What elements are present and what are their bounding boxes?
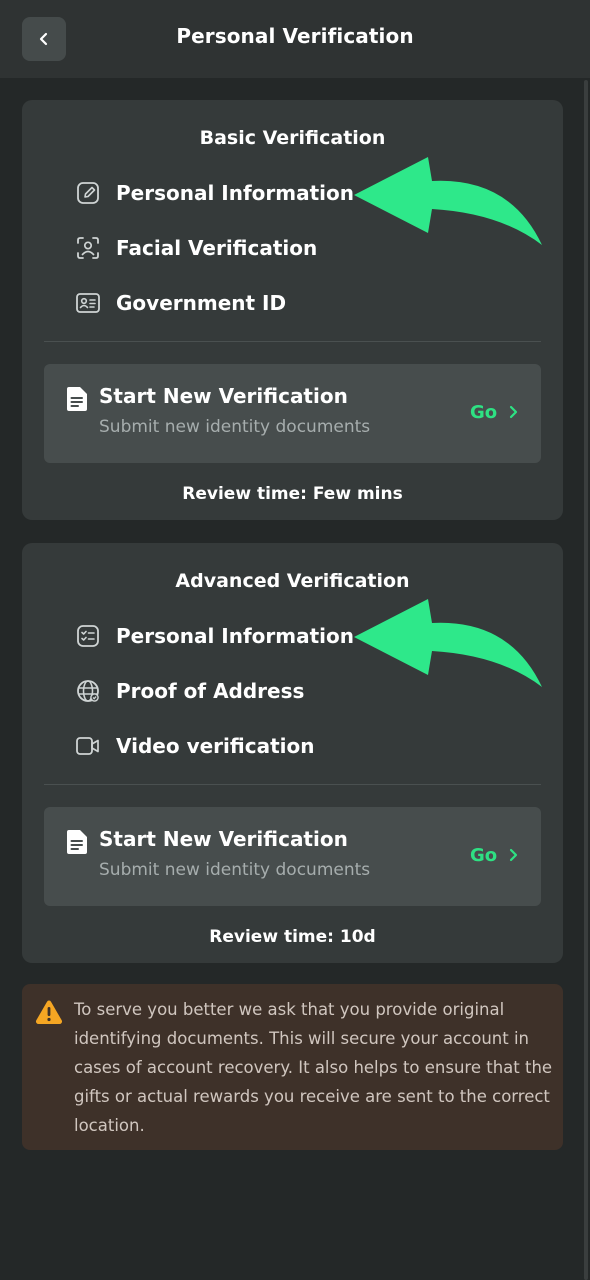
- document-icon: [67, 830, 87, 854]
- annotation-arrow-icon: [354, 157, 542, 245]
- notice-text: To serve you better we ask that you prov…: [74, 1000, 553, 1135]
- basic-item-government-id: Government ID: [74, 288, 286, 318]
- checklist-icon: [74, 622, 102, 650]
- basic-verification-title: Basic Verification: [199, 127, 386, 149]
- divider: [44, 784, 541, 785]
- face-scan-icon: [74, 234, 102, 262]
- item-label: Proof of Address: [116, 679, 305, 703]
- review-time: Review time: Few mins: [182, 484, 403, 504]
- item-label: Personal Information: [116, 624, 354, 648]
- chevron-right-icon: [509, 848, 518, 862]
- warning-icon: [35, 1000, 63, 1024]
- action-subtitle: Submit new identity documents: [99, 417, 371, 437]
- edit-icon: [74, 179, 102, 207]
- annotation-arrow-icon: [354, 599, 542, 687]
- chevron-right-icon: [509, 405, 518, 419]
- advanced-start-verification-button[interactable]: Start New Verification Submit new identi…: [44, 807, 541, 906]
- action-title: Start New Verification: [99, 384, 348, 408]
- go-link[interactable]: Go: [470, 845, 497, 866]
- item-label: Facial Verification: [116, 236, 318, 260]
- page-title: Personal Verification: [176, 24, 414, 48]
- notice-box: To serve you better we ask that you prov…: [22, 984, 563, 1150]
- review-time: Review time: 10d: [209, 927, 376, 947]
- scrollbar[interactable]: [584, 80, 588, 1280]
- advanced-item-video-verification: Video verification: [74, 731, 314, 761]
- basic-item-personal-information: Personal Information: [74, 178, 354, 208]
- id-card-icon: [74, 289, 102, 317]
- item-label: Video verification: [116, 734, 315, 758]
- basic-item-facial-verification: Facial Verification: [74, 233, 317, 263]
- video-camera-icon: [74, 732, 102, 760]
- action-title: Start New Verification: [99, 827, 348, 851]
- action-subtitle: Submit new identity documents: [99, 860, 371, 880]
- advanced-item-proof-of-address: Proof of Address: [74, 676, 304, 706]
- advanced-item-personal-information: Personal Information: [74, 621, 354, 651]
- divider: [44, 341, 541, 342]
- document-icon: [67, 387, 87, 411]
- top-bar: Personal Verification: [0, 0, 590, 78]
- item-label: Personal Information: [116, 181, 354, 205]
- go-link[interactable]: Go: [470, 402, 497, 423]
- globe-icon: [74, 677, 102, 705]
- advanced-verification-title: Advanced Verification: [175, 570, 410, 592]
- basic-start-verification-button[interactable]: Start New Verification Submit new identi…: [44, 364, 541, 463]
- item-label: Government ID: [116, 291, 287, 315]
